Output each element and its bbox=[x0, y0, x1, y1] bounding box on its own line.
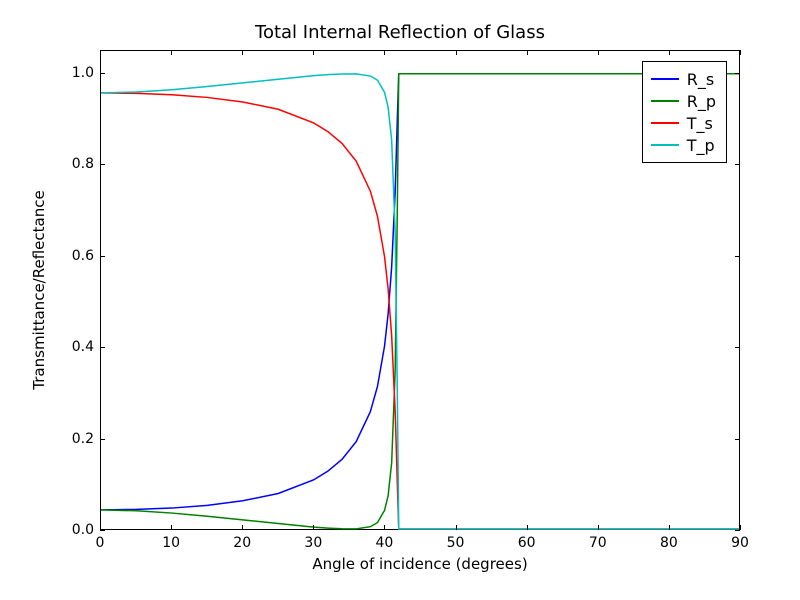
x-tick-mark-top bbox=[456, 50, 457, 55]
x-axis-label: Angle of incidence (degrees) bbox=[100, 555, 740, 573]
y-tick-mark bbox=[100, 73, 105, 74]
x-tick-mark bbox=[527, 525, 528, 530]
x-tick-mark-top bbox=[384, 50, 385, 55]
legend-label-rs: R_s bbox=[687, 70, 714, 89]
legend-swatch-rp bbox=[651, 100, 679, 102]
y-tick-mark-right bbox=[735, 347, 740, 348]
x-tick-label: 60 bbox=[518, 535, 536, 551]
x-tick-label: 90 bbox=[731, 535, 749, 551]
x-tick-label: 80 bbox=[660, 535, 678, 551]
x-tick-label: 0 bbox=[96, 535, 105, 551]
legend-swatch-ts bbox=[651, 122, 679, 124]
x-tick-mark-top bbox=[100, 50, 101, 55]
x-tick-mark-top bbox=[598, 50, 599, 55]
legend-label-tp: T_p bbox=[687, 136, 715, 155]
y-axis-label-text: Transmittance/Reflectance bbox=[30, 50, 48, 530]
x-tick-label: 50 bbox=[447, 535, 465, 551]
x-tick-label: 40 bbox=[376, 535, 394, 551]
y-tick-label: 0.6 bbox=[54, 248, 94, 264]
legend: R_s R_p T_s T_p bbox=[642, 61, 727, 163]
y-tick-mark-right bbox=[735, 530, 740, 531]
x-tick-mark-top bbox=[171, 50, 172, 55]
y-tick-label: 0.4 bbox=[54, 339, 94, 355]
chart-title: Total Internal Reflection of Glass bbox=[0, 22, 800, 43]
y-tick-mark-right bbox=[735, 73, 740, 74]
x-tick-mark-top bbox=[242, 50, 243, 55]
legend-label-ts: T_s bbox=[687, 114, 713, 133]
plot-area: R_s R_p T_s T_p bbox=[100, 50, 740, 530]
x-tick-mark bbox=[313, 525, 314, 530]
x-tick-label: 20 bbox=[233, 535, 251, 551]
y-tick-mark-right bbox=[735, 164, 740, 165]
x-tick-label: 70 bbox=[589, 535, 607, 551]
x-tick-mark-top bbox=[740, 50, 741, 55]
y-tick-mark bbox=[100, 256, 105, 257]
legend-entry-rs: R_s bbox=[651, 68, 716, 90]
y-tick-label: 0.8 bbox=[54, 156, 94, 172]
x-tick-mark bbox=[740, 525, 741, 530]
x-tick-mark bbox=[669, 525, 670, 530]
x-tick-label: 30 bbox=[304, 535, 322, 551]
x-tick-mark bbox=[456, 525, 457, 530]
y-tick-label: 1.0 bbox=[54, 65, 94, 81]
x-tick-mark-top bbox=[313, 50, 314, 55]
y-tick-mark bbox=[100, 347, 105, 348]
x-tick-mark bbox=[384, 525, 385, 530]
y-tick-mark-right bbox=[735, 439, 740, 440]
legend-label-rp: R_p bbox=[687, 92, 716, 111]
legend-swatch-tp bbox=[651, 144, 679, 146]
x-tick-mark-top bbox=[527, 50, 528, 55]
x-tick-mark bbox=[171, 525, 172, 530]
x-tick-mark-top bbox=[669, 50, 670, 55]
y-tick-label: 0.0 bbox=[54, 522, 94, 538]
legend-entry-tp: T_p bbox=[651, 134, 716, 156]
x-tick-mark bbox=[598, 525, 599, 530]
y-tick-mark-right bbox=[735, 256, 740, 257]
y-tick-mark bbox=[100, 164, 105, 165]
y-tick-label: 0.2 bbox=[54, 431, 94, 447]
legend-entry-ts: T_s bbox=[651, 112, 716, 134]
y-axis-label: Transmittance/Reflectance bbox=[30, 50, 50, 530]
y-tick-mark bbox=[100, 530, 105, 531]
y-tick-mark bbox=[100, 439, 105, 440]
legend-swatch-rs bbox=[651, 78, 679, 80]
legend-entry-rp: R_p bbox=[651, 90, 716, 112]
x-tick-label: 10 bbox=[162, 535, 180, 551]
chart-container: Total Internal Reflection of Glass R_s R… bbox=[0, 0, 800, 600]
x-tick-mark bbox=[242, 525, 243, 530]
